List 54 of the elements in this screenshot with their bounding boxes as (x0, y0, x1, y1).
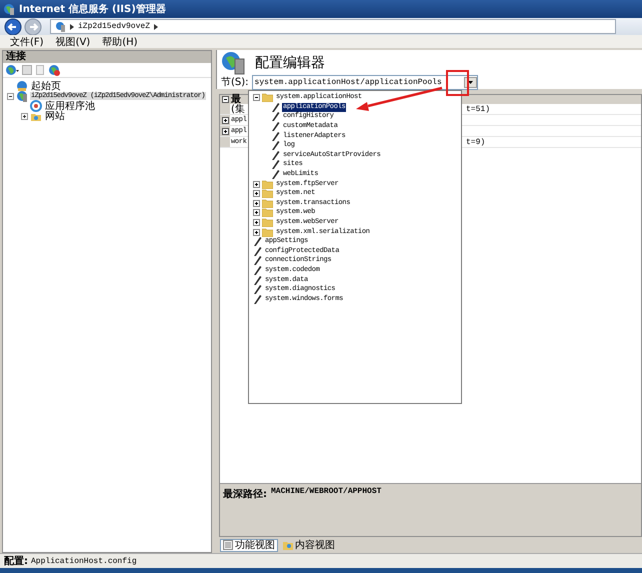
group-header: 最 (231, 95, 241, 104)
menu-item[interactable]: 帮助(H) (102, 34, 138, 48)
address-field[interactable]: iZp2d15edv9oveZ (50, 19, 616, 34)
window-title: Internet 信息服务 (IIS)管理器 (19, 2, 166, 16)
menu-item[interactable]: 视图(V) (56, 34, 90, 48)
server-icon (55, 21, 66, 32)
collapse-icon[interactable] (253, 94, 260, 102)
pool-icon (30, 100, 42, 112)
page-title: 配置编辑器 (255, 54, 325, 72)
folder-icon (262, 228, 273, 237)
folder-icon (262, 93, 273, 102)
tree-item[interactable]: 起始页 (30, 79, 62, 93)
status-text: ApplicationHost.config (31, 556, 137, 566)
menu-item[interactable]: 文件(F) (10, 34, 44, 48)
expand-icon[interactable] (253, 228, 260, 236)
caret-icon (468, 80, 473, 84)
disconnect-icon[interactable] (48, 64, 60, 76)
field-label: 节(S): (221, 76, 249, 89)
view-tab[interactable]: 内容视图 (280, 538, 338, 552)
folder-icon (262, 208, 273, 218)
expand-icon[interactable] (253, 219, 260, 226)
folder-icon (262, 189, 273, 198)
path-value: MACHINE/WEBROOT/APPHOST (271, 487, 382, 496)
view-tab[interactable]: 功能视图 (220, 538, 278, 552)
highlight-frame (446, 70, 469, 96)
home-icon (16, 80, 28, 92)
property-name: (集 (230, 104, 245, 114)
expand-icon[interactable] (253, 180, 260, 188)
folder-icon (262, 218, 273, 228)
status-label: 配置: (4, 554, 28, 568)
folder-icon (262, 180, 273, 189)
forward-button[interactable] (24, 18, 42, 36)
connect-icon[interactable] (5, 64, 19, 76)
expand-toggle[interactable] (7, 92, 14, 100)
folder-icon (283, 540, 293, 550)
expand-icon[interactable] (253, 200, 260, 207)
chevron-icon (70, 24, 74, 30)
property-value: t=9) (466, 138, 486, 146)
chevron-icon (154, 24, 158, 30)
expand-toggle[interactable] (21, 112, 28, 120)
folder-icon (262, 198, 273, 208)
app-icon (3, 3, 15, 15)
breadcrumb[interactable]: iZp2d15edv9oveZ (78, 22, 150, 31)
tree-item[interactable]: 网站 (44, 109, 66, 123)
collapse-icon[interactable] (222, 96, 229, 103)
property-value: t=51) (466, 104, 490, 114)
server-icon (16, 90, 28, 102)
grid-icon (223, 540, 233, 550)
expand-icon[interactable] (253, 190, 260, 198)
pane-header: 连接 (3, 51, 211, 63)
back-button[interactable] (4, 18, 22, 36)
path-label: 最深路径: (223, 488, 267, 501)
expand-icon[interactable] (253, 209, 260, 216)
section-dropdown[interactable]: system.applicationHost/applicationPools (252, 74, 478, 90)
